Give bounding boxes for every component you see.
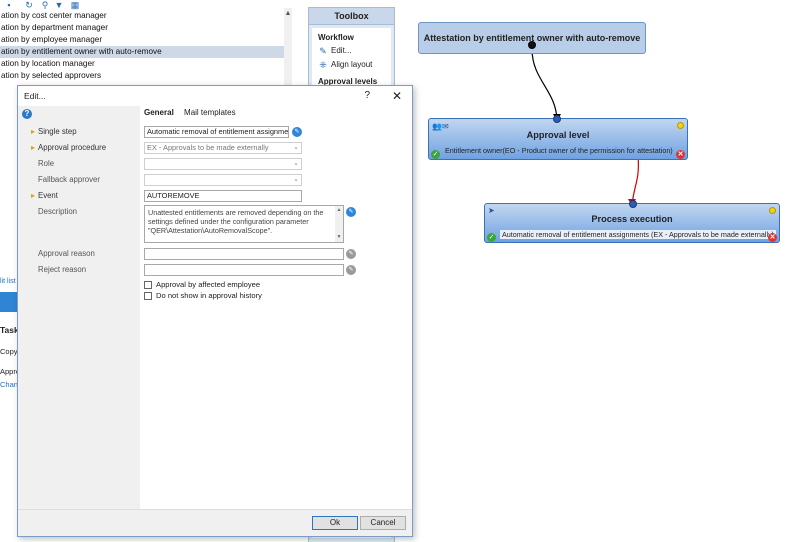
nav-strip	[0, 292, 18, 312]
description-value: Unattested entitlements are removed depe…	[148, 208, 324, 235]
check-icon[interactable]: ✓	[487, 233, 496, 242]
reject-icon[interactable]: ✕	[676, 150, 685, 159]
list-item[interactable]: ation by employee manager	[0, 34, 285, 46]
role-select[interactable]: ⌄	[144, 158, 302, 170]
input-port[interactable]	[553, 115, 561, 123]
approval-level-node[interactable]: 👥✉ Approval level Entitlement owner(EO -…	[428, 115, 688, 160]
fallback-approver-select[interactable]: ⌄	[144, 174, 302, 186]
approval-by-affected-checkbox[interactable]: Approval by affected employee	[144, 280, 260, 289]
list-item[interactable]: ation by selected approvers	[0, 70, 285, 82]
status-dot	[677, 122, 684, 129]
description-scrollbar[interactable]: ▲ ▼	[335, 206, 343, 242]
approval-level-title: Approval level	[526, 130, 590, 140]
process-execution-node[interactable]: ➤ Process execution Automatic removal of…	[484, 200, 780, 243]
scroll-up-icon[interactable]: ▲	[284, 10, 292, 17]
chevron-down-icon: ⌄	[293, 160, 299, 167]
chevron-down-icon: ⌄	[293, 144, 299, 151]
single-step-field[interactable]: Automatic removal of entitlement assignm…	[144, 126, 289, 138]
dialog-title: Edit...	[24, 91, 46, 101]
align-icon: ⁜	[319, 60, 327, 70]
edit-description-icon[interactable]: ✎	[346, 207, 356, 217]
dialog-body: ? General Mail templates Single step Aut…	[18, 106, 412, 511]
event-label: Event	[31, 191, 58, 200]
search-icon[interactable]: ⚲	[40, 0, 50, 10]
grid-icon[interactable]: ▦	[70, 0, 80, 10]
help-icon[interactable]: ?	[364, 86, 370, 106]
chevron-down-icon: ⌄	[293, 176, 299, 183]
list-item[interactable]: ation by department manager	[0, 22, 285, 34]
edit-approval-reason-icon[interactable]: ✎	[346, 249, 356, 259]
toolbox-edit-label: Edit...	[331, 46, 352, 55]
connector-approval-exec	[631, 155, 639, 206]
event-field[interactable]: AUTOREMOVE	[144, 190, 302, 202]
description-label: Description	[38, 207, 77, 216]
start-node[interactable]: Attestation by entitlement owner with au…	[418, 22, 646, 54]
checkbox[interactable]	[144, 291, 152, 300]
refresh-icon[interactable]: ↻	[24, 0, 34, 10]
status-dot	[769, 207, 776, 214]
reject-reason-label: Reject reason	[38, 265, 87, 274]
save-icon[interactable]: ▪	[4, 0, 14, 10]
dialog-tabs: General Mail templates	[144, 108, 244, 122]
close-icon[interactable]: ✕	[392, 86, 402, 106]
dialog-label-column: ?	[18, 106, 140, 511]
checkbox[interactable]	[144, 280, 152, 289]
process-execution-title: Process execution	[591, 214, 673, 224]
approval-by-affected-label: Approval by affected employee	[156, 280, 261, 289]
dialog-footer: Ok Cancel	[18, 509, 412, 536]
connector-start-approval	[531, 48, 558, 121]
edit-field-icon[interactable]: ✎	[292, 127, 302, 137]
toolbox-align-button[interactable]: ⁜ Align layout	[312, 58, 391, 72]
edit-reject-reason-icon[interactable]: ✎	[346, 265, 356, 275]
reject-reason-field[interactable]	[144, 264, 344, 276]
info-icon[interactable]: ?	[22, 109, 32, 119]
toolbox-section-workflow: Workflow	[318, 33, 354, 42]
list-item[interactable]: ation by cost center manager	[0, 10, 285, 22]
fallback-approver-label: Fallback approver	[38, 175, 100, 184]
process-execution-desc: Automatic removal of entitlement assignm…	[500, 230, 777, 239]
edit-dialog: Edit... ? ✕ ? General Mail templates Sin…	[17, 85, 413, 537]
dialog-titlebar: Edit... ? ✕	[18, 86, 412, 106]
list-item-selected[interactable]: ation by entitlement owner with auto-rem…	[0, 46, 285, 58]
approval-reason-field[interactable]	[144, 248, 344, 260]
reject-icon[interactable]: ✕	[768, 233, 777, 242]
single-step-label: Single step	[31, 127, 77, 136]
ok-button[interactable]: Ok	[312, 516, 358, 530]
input-port[interactable]	[629, 200, 637, 208]
tab-general[interactable]: General	[144, 108, 174, 117]
approval-level-desc: Entitlement owner(EO - Product owner of …	[445, 146, 673, 155]
tab-mail-templates[interactable]: Mail templates	[184, 108, 236, 117]
role-label: Role	[38, 159, 55, 168]
toolbox-edit-button[interactable]: ✎ Edit...	[312, 44, 391, 58]
list-item[interactable]: ation by location manager	[0, 58, 285, 70]
cancel-button[interactable]: Cancel	[360, 516, 406, 530]
check-icon[interactable]: ✓	[431, 150, 440, 159]
toolbox-align-label: Align layout	[331, 60, 373, 69]
description-textarea[interactable]: Unattested entitlements are removed depe…	[144, 205, 344, 243]
approval-procedure-value: EX - Approvals to be made externally	[147, 143, 269, 152]
approval-reason-label: Approval reason	[38, 249, 95, 258]
do-not-show-label: Do not show in approval history	[156, 291, 262, 300]
approval-procedure-select[interactable]: EX - Approvals to be made externally ⌄	[144, 142, 302, 154]
pencil-icon: ✎	[319, 46, 327, 56]
do-not-show-checkbox[interactable]: Do not show in approval history	[144, 291, 262, 300]
filter-icon[interactable]: ▼	[54, 0, 64, 10]
toolbox-title: Toolbox	[309, 8, 394, 25]
approval-procedure-label: Approval procedure	[31, 143, 106, 152]
output-port[interactable]	[528, 41, 536, 49]
